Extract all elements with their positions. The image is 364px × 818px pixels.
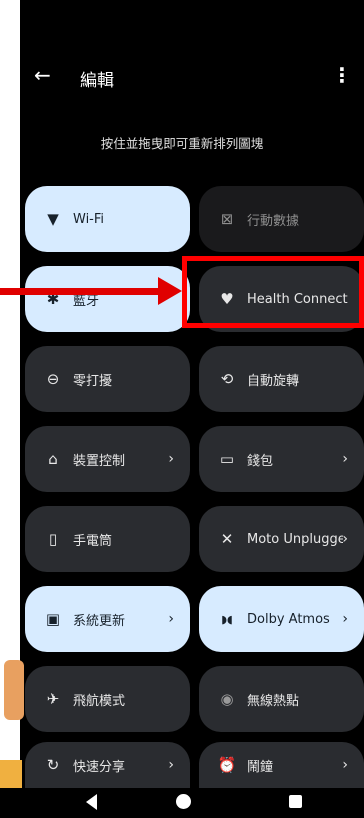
hotspot-icon: ◉ xyxy=(220,690,234,708)
tile-device-controls[interactable]: ⌂ 裝置控制 › xyxy=(25,426,190,492)
tile-label: Dolby Atmos xyxy=(247,611,330,627)
tile-flashlight[interactable]: ▯ 手電筒 xyxy=(25,506,190,572)
moto-unplugged-icon: ✕ xyxy=(220,530,234,548)
tile-label: 自動旋轉 xyxy=(247,373,300,389)
nav-back-icon[interactable] xyxy=(86,794,97,810)
tile-wifi[interactable]: ▼ Wi-Fi xyxy=(25,186,190,252)
dolby-icon: ◗◖ xyxy=(221,612,233,626)
annotation-arrow-head xyxy=(158,277,182,305)
highlight-box xyxy=(182,256,364,328)
nav-recents-icon[interactable] xyxy=(289,795,302,808)
wallet-icon: ▭ xyxy=(219,450,235,468)
tile-wallet[interactable]: ▭ 錢包 › xyxy=(199,426,364,492)
home-icon: ⌂ xyxy=(48,450,58,468)
tile-moto-unplugged[interactable]: ✕ Moto Unplugged › xyxy=(199,506,364,572)
tile-label: 系統更新 xyxy=(73,613,126,629)
tile-label: 零打擾 xyxy=(73,373,113,389)
tile-airplane-mode[interactable]: ✈ 飛航模式 xyxy=(25,666,190,732)
tile-label: 錢包 xyxy=(247,453,274,469)
quick-share-icon: ↻ xyxy=(46,756,60,774)
instructions-text: 按住並拖曳即可重新排列圖塊 xyxy=(100,136,264,151)
tile-label: 快速分享 xyxy=(73,759,126,775)
wifi-icon: ▼ xyxy=(47,210,59,228)
tile-dolby-atmos[interactable]: ◗◖ Dolby Atmos › xyxy=(199,586,364,652)
mobile-data-off-icon: ⊠ xyxy=(220,210,234,228)
header: ← 編輯 ⋮ xyxy=(0,58,364,98)
chevron-right-icon: › xyxy=(342,451,348,467)
tile-alarm[interactable]: ⏰ 鬧鐘 › xyxy=(199,742,364,788)
auto-rotate-icon: ⟲ xyxy=(220,370,234,388)
tile-hotspot[interactable]: ◉ 無線熱點 xyxy=(199,666,364,732)
chevron-right-icon: › xyxy=(342,611,348,627)
tile-system-update[interactable]: ▣ 系統更新 › xyxy=(25,586,190,652)
decorative-shape xyxy=(4,660,24,720)
tile-auto-rotate[interactable]: ⟲ 自動旋轉 xyxy=(199,346,364,412)
back-arrow-icon[interactable]: ← xyxy=(34,63,51,87)
tile-label: Moto Unplugged xyxy=(247,531,343,547)
tile-label: 無線熱點 xyxy=(247,693,300,709)
airplane-icon: ✈ xyxy=(46,690,60,708)
tile-quick-share[interactable]: ↻ 快速分享 › xyxy=(25,742,190,788)
chevron-right-icon: › xyxy=(342,531,348,547)
tile-label: 手電筒 xyxy=(73,533,113,549)
system-update-icon: ▣ xyxy=(45,610,61,628)
chevron-right-icon: › xyxy=(168,611,174,627)
tile-do-not-disturb[interactable]: ⊖ 零打擾 xyxy=(25,346,190,412)
tile-label: 行動數據 xyxy=(247,213,300,229)
chevron-right-icon: › xyxy=(168,757,174,773)
tile-label: 飛航模式 xyxy=(73,693,126,709)
tile-label: Wi-Fi xyxy=(73,211,105,227)
chevron-right-icon: › xyxy=(342,757,348,773)
tile-label: 裝置控制 xyxy=(73,453,126,469)
annotation-arrow-line xyxy=(0,288,160,295)
alarm-icon: ⏰ xyxy=(217,756,237,774)
chevron-right-icon: › xyxy=(168,451,174,467)
navigation-bar xyxy=(0,788,364,818)
more-options-icon[interactable]: ⋮ xyxy=(332,63,352,87)
flashlight-icon: ▯ xyxy=(48,530,58,548)
do-not-disturb-icon: ⊖ xyxy=(46,370,60,388)
tile-label: 鬧鐘 xyxy=(247,759,274,775)
page-title: 編輯 xyxy=(80,71,114,91)
nav-home-icon[interactable] xyxy=(176,794,191,809)
tile-mobile-data[interactable]: ⊠ 行動數據 xyxy=(199,186,364,252)
